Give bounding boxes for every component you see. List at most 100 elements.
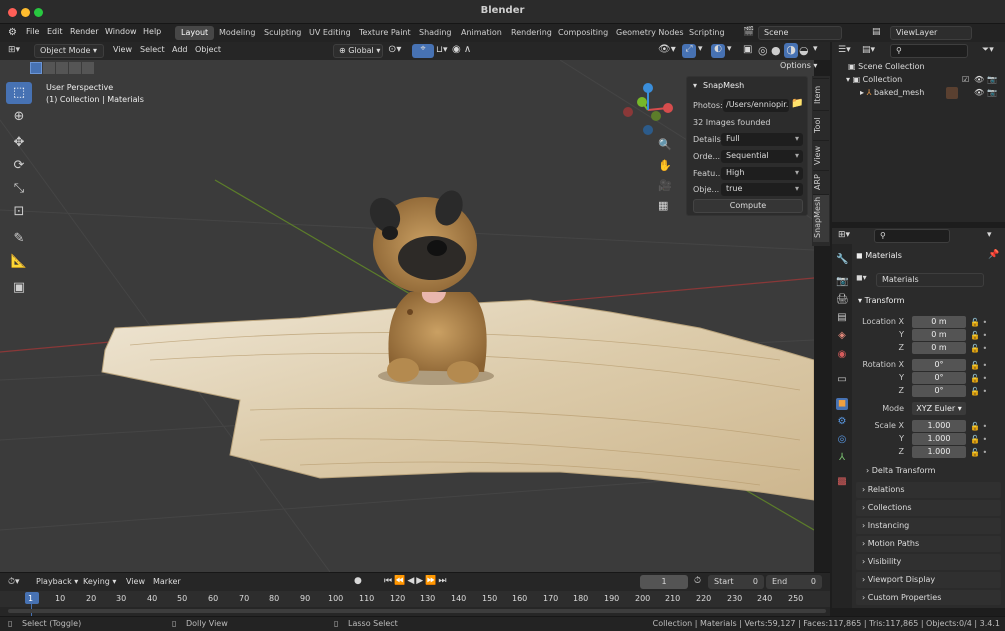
- blender-logo-icon[interactable]: ⚙: [8, 27, 17, 38]
- rotation-y-field[interactable]: 0°: [912, 372, 966, 384]
- move-tool-icon[interactable]: ✥: [6, 132, 32, 154]
- transform-tool-icon[interactable]: ⊡: [6, 201, 32, 223]
- select-subtract-icon[interactable]: [56, 62, 68, 74]
- properties-search-input[interactable]: ⚲: [874, 229, 950, 243]
- lock-icon[interactable]: 🔓 •: [970, 329, 987, 342]
- material-icon[interactable]: [946, 87, 958, 99]
- object-name-field[interactable]: Materials: [876, 273, 984, 287]
- tab-uv-editing[interactable]: UV Editing: [303, 26, 357, 40]
- filter-icon[interactable]: ⏷▾: [982, 45, 994, 55]
- ntab-arp[interactable]: ARP: [813, 170, 829, 194]
- shading-solid-icon[interactable]: ●: [771, 44, 781, 57]
- tab-sculpting[interactable]: Sculpting: [258, 26, 307, 40]
- visibility-icon[interactable]: 👁▾: [658, 44, 676, 55]
- snap-toggle-icon[interactable]: ⌖: [412, 44, 434, 58]
- render-tab-icon[interactable]: 📷: [836, 276, 848, 288]
- navigation-gizmo[interactable]: [620, 82, 678, 138]
- select-new-icon[interactable]: [30, 62, 42, 74]
- tab-geometry-nodes[interactable]: Geometry Nodes: [610, 26, 689, 40]
- select-invert-icon[interactable]: [69, 62, 81, 74]
- delta-transform-header[interactable]: › Delta Transform: [866, 466, 935, 475]
- overlay-toggle-icon[interactable]: ◐: [711, 44, 725, 58]
- annotate-tool-icon[interactable]: ✎: [6, 228, 32, 250]
- properties-editor-icon[interactable]: ⊞▾: [838, 230, 850, 240]
- overlay-dropdown-icon[interactable]: ▾: [727, 44, 732, 54]
- baked-mesh-row[interactable]: ▸ ⅄ baked_mesh 👁 📷: [860, 87, 1005, 101]
- pin-icon[interactable]: 📌: [988, 250, 999, 260]
- outliner-search-input[interactable]: ⚲: [890, 44, 968, 58]
- checkbox-icon[interactable]: ☑: [962, 75, 969, 84]
- view-layer-tab-icon[interactable]: ▤: [836, 312, 848, 324]
- play-icon[interactable]: ▶: [416, 576, 425, 586]
- timeline-menu-marker[interactable]: Marker: [153, 577, 181, 586]
- ntab-view[interactable]: View: [813, 140, 829, 170]
- tab-shading[interactable]: Shading: [413, 26, 458, 40]
- lock-icon[interactable]: 🔓 •: [970, 385, 987, 398]
- texture-tab-icon[interactable]: ▩: [836, 476, 848, 488]
- zoom-icon[interactable]: 🔍: [658, 138, 672, 151]
- cursor-tool-icon[interactable]: ⊕: [6, 106, 32, 128]
- scene-name-field[interactable]: Scene: [758, 26, 842, 40]
- eye-icon[interactable]: 👁: [974, 75, 984, 84]
- rotation-x-field[interactable]: 0°: [912, 359, 966, 371]
- editor-type-icon[interactable]: ⊞▾: [8, 45, 20, 55]
- camera-icon[interactable]: 📷: [987, 88, 997, 97]
- shading-material-icon[interactable]: ◑: [784, 43, 798, 58]
- relations-section[interactable]: › Relations: [856, 482, 1001, 498]
- camera-view-icon[interactable]: 🎥: [658, 179, 672, 192]
- xray-icon[interactable]: ▣: [743, 44, 752, 55]
- vp-menu-select[interactable]: Select: [140, 45, 165, 54]
- shading-wireframe-icon[interactable]: ◎: [758, 44, 768, 57]
- lock-icon[interactable]: 🔓 •: [970, 372, 987, 385]
- lock-icon[interactable]: 🔓 •: [970, 342, 987, 355]
- rotation-mode-select[interactable]: XYZ Euler ▾: [912, 402, 966, 415]
- world-tab-icon[interactable]: ◉: [836, 349, 848, 361]
- collection-row[interactable]: ▾ ▣ Collection ☑ 👁 📷: [846, 75, 1005, 88]
- tab-modeling[interactable]: Modeling: [213, 26, 261, 40]
- scene-collection-row[interactable]: ▣ Scene Collection: [848, 62, 925, 71]
- options-dropdown[interactable]: Options ▾: [780, 61, 824, 75]
- location-y-field[interactable]: 0 m: [912, 329, 966, 341]
- compute-button[interactable]: Compute: [693, 199, 803, 213]
- scale-y-field[interactable]: 1.000: [912, 433, 966, 445]
- lock-icon[interactable]: 🔓 •: [970, 420, 987, 433]
- tab-layout[interactable]: Layout: [175, 26, 215, 40]
- vp-menu-view[interactable]: View: [113, 45, 132, 54]
- pivot-icon[interactable]: ⊙▾: [388, 44, 401, 55]
- output-tab-icon[interactable]: 🖨: [836, 294, 849, 306]
- snap-target-icon[interactable]: ⊔▾: [436, 45, 448, 55]
- timeline-menu-view[interactable]: View: [126, 577, 145, 586]
- lock-icon[interactable]: 🔓 •: [970, 359, 987, 372]
- proportional-edit-icon[interactable]: ◉ ∧: [452, 44, 471, 55]
- instancing-section[interactable]: › Instancing: [856, 518, 1001, 534]
- tab-rendering[interactable]: Rendering: [505, 26, 558, 40]
- gizmo-toggle-icon[interactable]: ⤢: [682, 44, 696, 58]
- mode-select[interactable]: Object Mode ▾: [34, 44, 104, 58]
- next-key-icon[interactable]: ⏩: [425, 576, 438, 586]
- physics-tab-icon[interactable]: ◎: [836, 434, 848, 446]
- play-reverse-icon[interactable]: ◀: [407, 576, 416, 586]
- location-z-field[interactable]: 0 m: [912, 342, 966, 354]
- ntab-item[interactable]: Item: [813, 78, 829, 110]
- select-extend-icon[interactable]: [43, 62, 55, 74]
- scale-z-field[interactable]: 1.000: [912, 446, 966, 458]
- rotation-z-field[interactable]: 0°: [912, 385, 966, 397]
- select-tool-icon[interactable]: ⬚: [6, 82, 32, 104]
- details-select[interactable]: Full ▾: [721, 133, 803, 146]
- transform-orientation-select[interactable]: ⊕ Global ▾: [333, 44, 383, 58]
- end-frame-field[interactable]: End 0: [766, 575, 822, 589]
- vp-menu-object[interactable]: Object: [195, 45, 221, 54]
- eye-icon[interactable]: 👁: [974, 88, 984, 97]
- feature-select[interactable]: High ▾: [721, 167, 803, 180]
- menu-help[interactable]: Help: [143, 27, 161, 36]
- menu-edit[interactable]: Edit: [47, 27, 63, 36]
- start-frame-field[interactable]: Start 0: [708, 575, 764, 589]
- display-mode-icon[interactable]: ▤▾: [862, 45, 875, 55]
- timeline-menu-keying[interactable]: Keying ▾: [83, 577, 116, 586]
- order-select[interactable]: Sequential ▾: [721, 150, 803, 163]
- chevron-down-icon[interactable]: ▾: [987, 230, 992, 240]
- viewport-display-section[interactable]: › Viewport Display: [856, 572, 1001, 588]
- shading-rendered-icon[interactable]: ◒: [799, 44, 809, 57]
- menu-window[interactable]: Window: [105, 27, 137, 36]
- scene-icon[interactable]: 🎬: [743, 27, 754, 37]
